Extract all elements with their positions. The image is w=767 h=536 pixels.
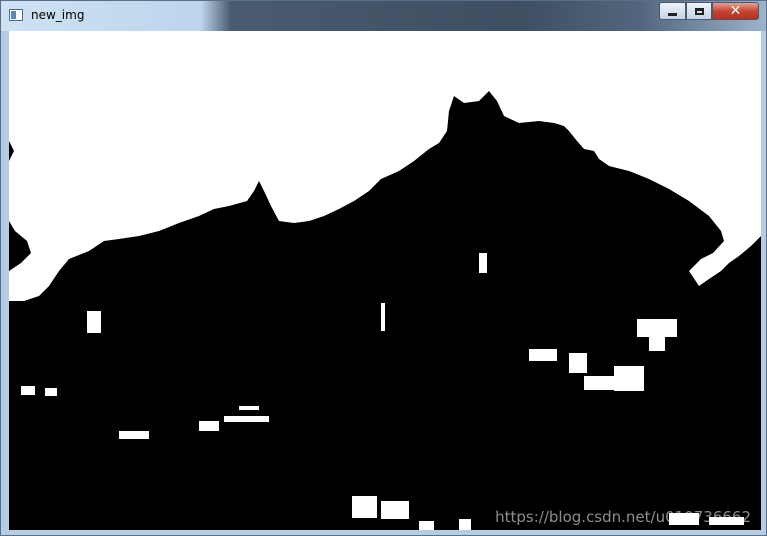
watermark-text: https://blog.csdn.net/u010736662	[495, 508, 751, 526]
app-window: new_img ✕ https://blog.csdn.net/u0107366…	[0, 0, 767, 536]
close-button[interactable]: ✕	[712, 2, 759, 20]
minimize-icon	[668, 12, 677, 16]
close-icon: ✕	[729, 3, 742, 19]
window-title: new_img	[31, 8, 85, 22]
image-canvas: https://blog.csdn.net/u010736662	[9, 31, 761, 530]
window-icon[interactable]	[9, 9, 23, 21]
minimize-button[interactable]	[659, 2, 686, 20]
maximize-button[interactable]	[686, 2, 712, 20]
maximize-icon	[694, 7, 704, 15]
title-bar[interactable]: new_img ✕	[1, 1, 766, 31]
binary-image	[9, 31, 761, 530]
